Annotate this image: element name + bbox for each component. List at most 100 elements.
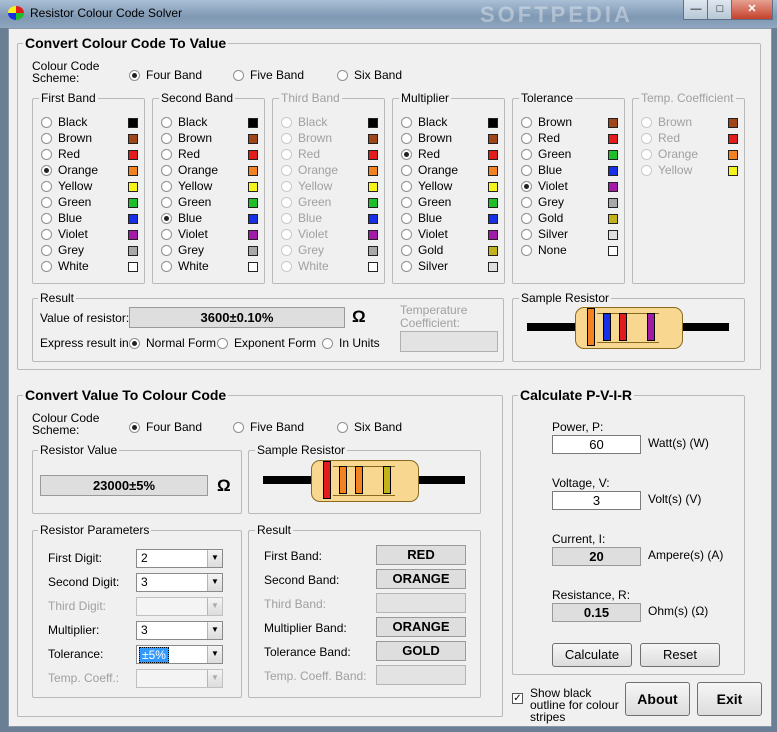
s1-scheme-0-radio[interactable] <box>129 70 140 81</box>
colour-swatch-3-5 <box>488 198 498 208</box>
current-unit: Ampere(s) (A) <box>648 548 724 562</box>
ohm-symbol-2: Ω <box>217 476 231 495</box>
s2-scheme-0-radio[interactable] <box>129 422 140 433</box>
band-4-item-4-label: Violet <box>538 179 568 193</box>
chevron-down-icon[interactable]: ▼ <box>207 622 222 639</box>
chevron-down-icon[interactable]: ▼ <box>207 550 222 567</box>
power-unit: Watt(s) (W) <box>648 436 709 450</box>
colour-swatch-4-4 <box>608 182 618 192</box>
band-4-item-0-label: Brown <box>538 115 573 129</box>
reset-button[interactable]: Reset <box>640 643 720 667</box>
band-2-item-7-radio <box>281 229 292 240</box>
resistor-app-icon <box>8 6 24 20</box>
band-4-item-2-radio[interactable] <box>521 149 532 160</box>
chevron-down-icon[interactable]: ▼ <box>207 670 222 687</box>
band-1-item-5-radio[interactable] <box>161 197 172 208</box>
result-band-value-0: RED <box>376 545 466 565</box>
chevron-down-icon[interactable]: ▼ <box>207 646 222 663</box>
s2-scheme-2-radio[interactable] <box>337 422 348 433</box>
resistor-stripe-1 <box>603 313 611 341</box>
param-combo-4[interactable]: ±5% ▼ <box>136 645 223 664</box>
band-4-item-8-label: None <box>538 243 567 257</box>
band-0-item-5-radio[interactable] <box>41 197 52 208</box>
band-0-item-3-radio[interactable] <box>41 165 52 176</box>
band-3-item-0-radio[interactable] <box>401 117 412 128</box>
param-combo-1[interactable]: 3 ▼ <box>136 573 223 592</box>
express-exponent-radio[interactable] <box>217 338 228 349</box>
band-1-item-8-radio[interactable] <box>161 245 172 256</box>
result-band-value-1: ORANGE <box>376 569 466 589</box>
band-1-item-0-radio[interactable] <box>161 117 172 128</box>
band-3-item-8-radio[interactable] <box>401 245 412 256</box>
band-1-item-6-label: Blue <box>178 211 203 225</box>
colour-swatch-2-4 <box>368 182 378 192</box>
band-0-item-0-radio[interactable] <box>41 117 52 128</box>
colour-swatch-4-7 <box>608 230 618 240</box>
band-4-item-6-radio[interactable] <box>521 213 532 224</box>
band-4-item-3-radio[interactable] <box>521 165 532 176</box>
band-4-item-0-radio[interactable] <box>521 117 532 128</box>
power-input[interactable]: 60 <box>552 435 641 454</box>
resistor-value-input[interactable]: 23000±5% <box>40 475 208 496</box>
exit-button[interactable]: Exit <box>697 682 762 716</box>
band-0-item-1-radio[interactable] <box>41 133 52 144</box>
colour-swatch-3-8 <box>488 246 498 256</box>
band-0-item-7-radio[interactable] <box>41 229 52 240</box>
calculate-button[interactable]: Calculate <box>552 643 632 667</box>
band-0-item-1-label: Brown <box>58 131 93 145</box>
band-1-item-6-radio[interactable] <box>161 213 172 224</box>
band-4-item-6-label: Gold <box>538 211 564 225</box>
band-3-item-5-label: Green <box>418 195 452 209</box>
band-4-item-5-radio[interactable] <box>521 197 532 208</box>
band-3-item-1-radio[interactable] <box>401 133 412 144</box>
band-4-item-1-label: Red <box>538 131 561 145</box>
colour-swatch-2-6 <box>368 214 378 224</box>
voltage-input[interactable]: 3 <box>552 491 641 510</box>
outline-checkbox[interactable]: ✓ <box>512 693 523 704</box>
band-1-item-2-radio[interactable] <box>161 149 172 160</box>
minimize-button[interactable]: — <box>683 0 709 20</box>
band-3-item-3-radio[interactable] <box>401 165 412 176</box>
band-1-item-1-radio[interactable] <box>161 133 172 144</box>
band-1-item-9-radio[interactable] <box>161 261 172 272</box>
express-units-radio[interactable] <box>322 338 333 349</box>
band-4-item-1-radio[interactable] <box>521 133 532 144</box>
s2-scheme-1-radio[interactable] <box>233 422 244 433</box>
colour-swatch-4-0 <box>608 118 618 128</box>
band-3-item-7-radio[interactable] <box>401 229 412 240</box>
band-1-item-3-radio[interactable] <box>161 165 172 176</box>
param-combo-0[interactable]: 2 ▼ <box>136 549 223 568</box>
title-bar[interactable]: Resistor Colour Code Solver SOFTPEDIA — … <box>0 0 777 28</box>
band-5-item-0-label: Brown <box>658 115 693 129</box>
band-0-item-4-radio[interactable] <box>41 181 52 192</box>
chevron-down-icon[interactable]: ▼ <box>207 598 222 615</box>
band-3-item-4-radio[interactable] <box>401 181 412 192</box>
band-1-item-7-radio[interactable] <box>161 229 172 240</box>
colour-swatch-0-7 <box>128 230 138 240</box>
colour-swatch-2-1 <box>368 134 378 144</box>
band-4-item-2-label: Green <box>538 147 572 161</box>
s1-scheme-1-radio[interactable] <box>233 70 244 81</box>
band-4-item-8-radio[interactable] <box>521 245 532 256</box>
maximize-button[interactable]: □ <box>707 0 733 20</box>
express-normal-radio[interactable] <box>129 338 140 349</box>
band-4-item-7-radio[interactable] <box>521 229 532 240</box>
band-0-item-9-radio[interactable] <box>41 261 52 272</box>
band-3-item-9-radio[interactable] <box>401 261 412 272</box>
s1-scheme-2-radio[interactable] <box>337 70 348 81</box>
band-3-item-5-radio[interactable] <box>401 197 412 208</box>
band-0-item-2-radio[interactable] <box>41 149 52 160</box>
band-0-item-6-radio[interactable] <box>41 213 52 224</box>
about-button[interactable]: About <box>625 682 690 716</box>
outline-checkbox-label: Show black outline for colour stripes <box>530 686 619 724</box>
close-button[interactable]: ✕ <box>731 0 773 20</box>
chevron-down-icon[interactable]: ▼ <box>207 574 222 591</box>
param-combo-3[interactable]: 3 ▼ <box>136 621 223 640</box>
band-4-item-4-radio[interactable] <box>521 181 532 192</box>
band-1-item-4-radio[interactable] <box>161 181 172 192</box>
band-2-item-7-label: Violet <box>298 227 328 241</box>
band-3-item-2-radio[interactable] <box>401 149 412 160</box>
band-3-item-6-radio[interactable] <box>401 213 412 224</box>
band-2-item-2-label: Red <box>298 147 321 161</box>
band-0-item-8-radio[interactable] <box>41 245 52 256</box>
